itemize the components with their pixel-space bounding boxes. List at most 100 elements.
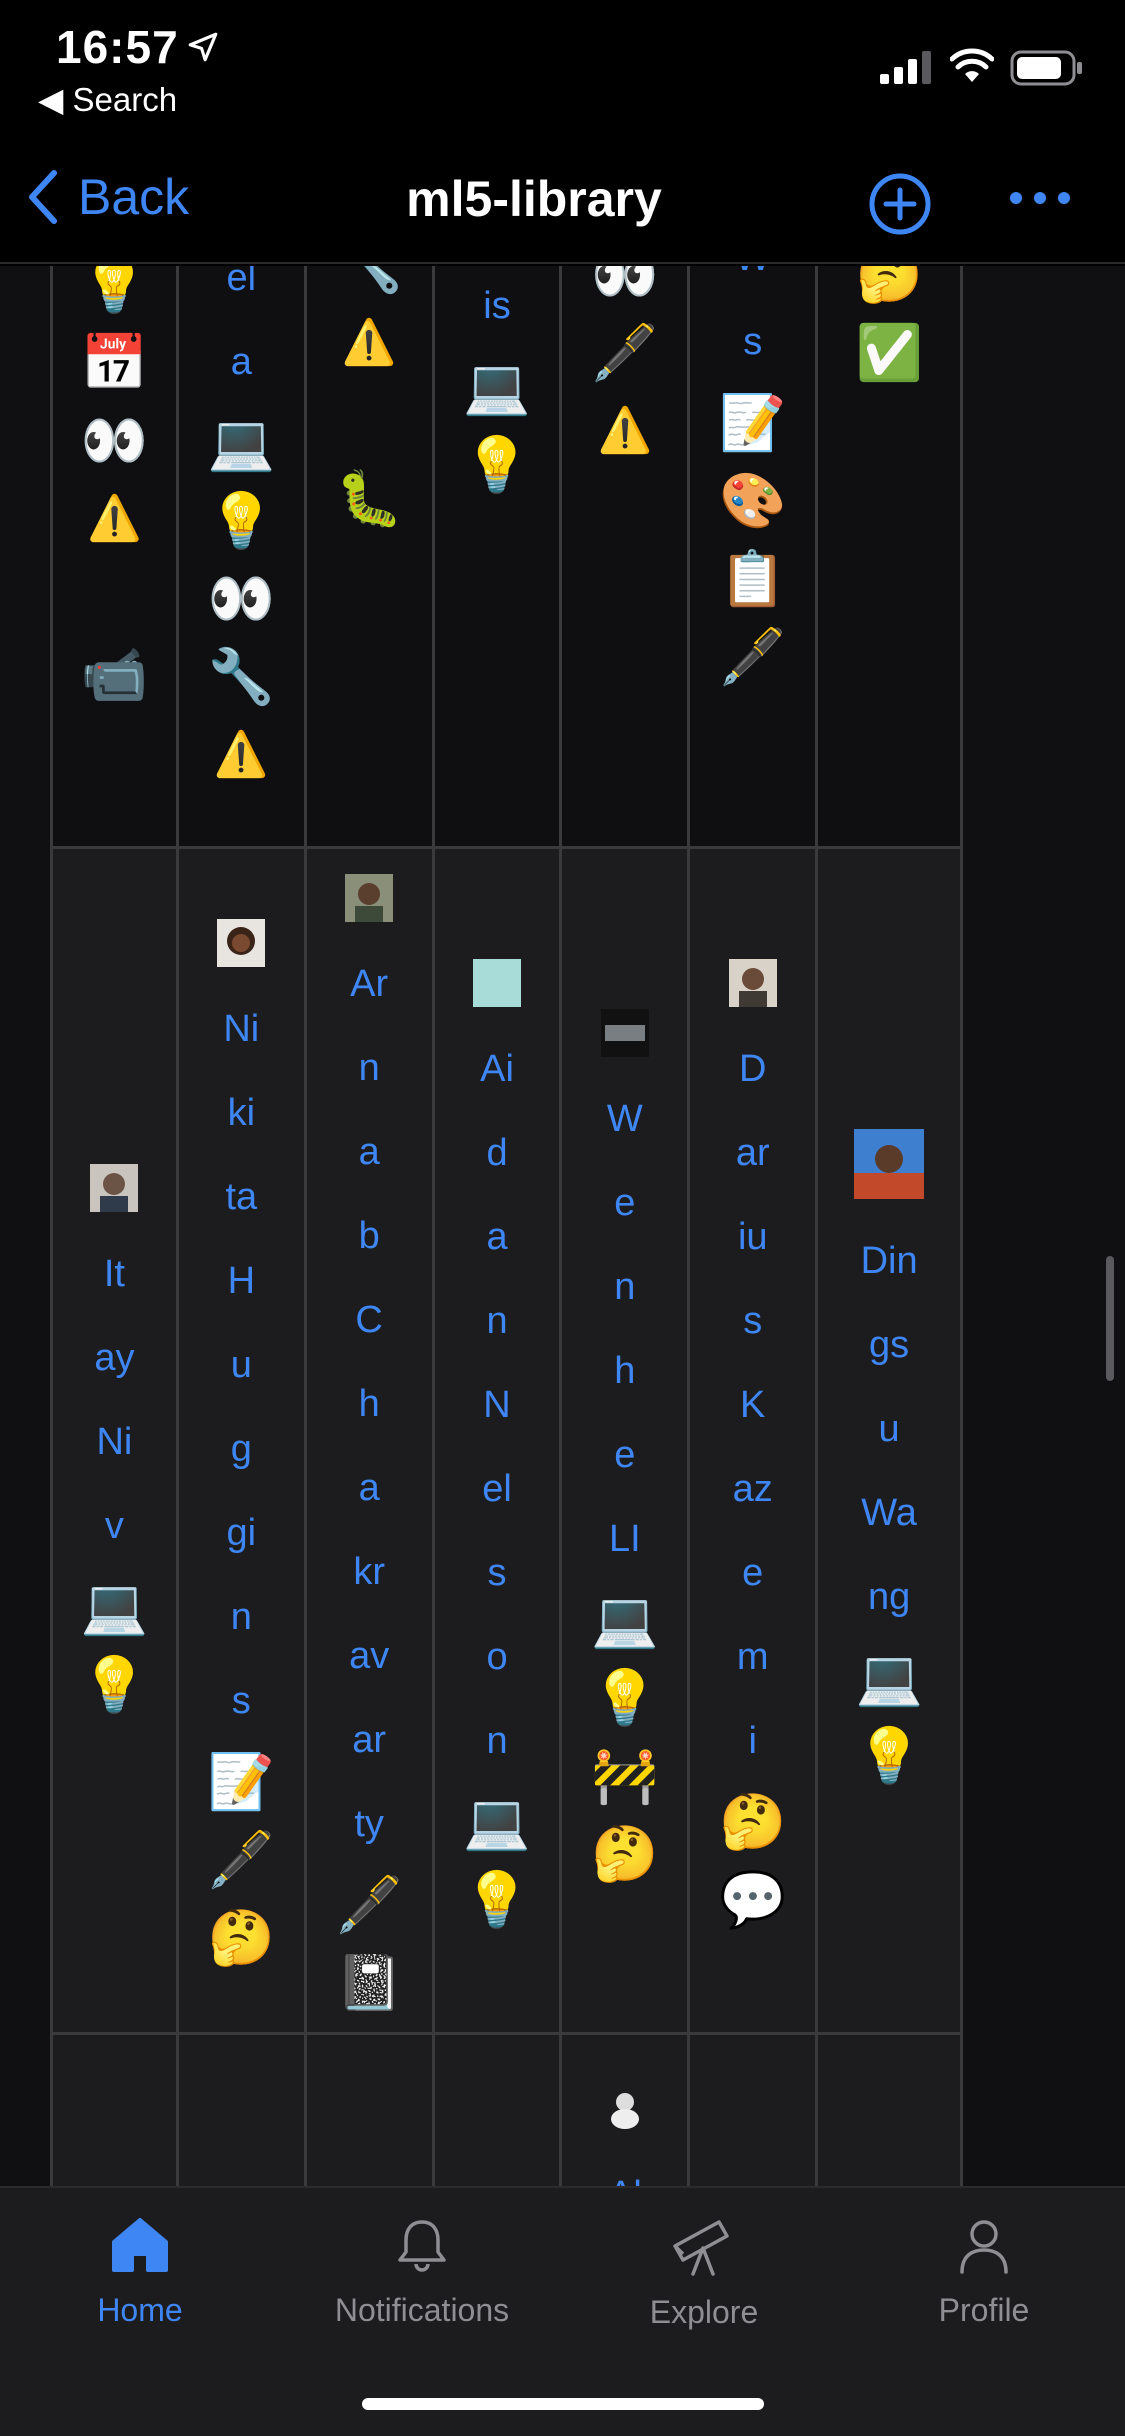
avatar[interactable] — [600, 2085, 649, 2133]
lightbulb-emoji: 💡 — [80, 1653, 149, 1716]
contributor-name-link[interactable]: a — [179, 320, 304, 404]
contributor-name-link[interactable]: gi — [179, 1491, 304, 1575]
contributor-name-link[interactable]: s — [179, 1659, 304, 1743]
contributor-name-link[interactable]: e — [690, 1531, 815, 1615]
contributor-name-link[interactable]: az — [690, 1447, 815, 1531]
add-circle-icon[interactable] — [868, 172, 932, 236]
contributor-name-link[interactable]: a — [435, 1195, 560, 1279]
contributor-name-link[interactable]: iu — [690, 1195, 815, 1279]
readme-content[interactable]: 💡 📅 👀 ⚠️ 📹 el a 💻 💡 👀 🔧 ⚠️ ⚠️ 🐛 is 💻 💡 👀… — [0, 266, 1125, 2186]
contributor-cell: Din gs u Wa ng 💻 💡 — [818, 849, 963, 2035]
tab-explore[interactable]: Explore — [584, 2216, 824, 2331]
contributor-name-link[interactable]: Wa — [818, 1471, 960, 1555]
cellular-signal-icon — [880, 51, 931, 84]
contributor-name-link[interactable]: n — [179, 1575, 304, 1659]
contributor-name-link[interactable]: m — [690, 1615, 815, 1699]
contributor-name-link[interactable]: o — [435, 1615, 560, 1699]
fountain-pen-emoji: 🖋️ — [207, 1828, 275, 1891]
avatar[interactable] — [728, 959, 777, 1007]
thinking-face-emoji: 🤔 — [207, 1906, 275, 1969]
lightbulb-emoji: 💡 — [463, 1868, 531, 1931]
laptop-emoji: 💻 — [463, 1790, 531, 1853]
avatar[interactable] — [345, 874, 394, 922]
more-options-icon[interactable] — [1008, 190, 1072, 206]
back-to-app-link[interactable]: ◀ Search — [38, 80, 177, 119]
contributor-name-link[interactable]: av — [307, 1614, 432, 1698]
wifi-icon — [950, 48, 994, 82]
contributor-name-link[interactable]: W — [562, 1077, 687, 1161]
contributor-name-link[interactable]: n — [562, 1245, 687, 1329]
tab-label: Notifications — [334, 2292, 510, 2328]
contributor-name-link[interactable]: ki — [179, 1071, 304, 1155]
contributor-cell: D ar iu s K az e m i 🤔 💬 — [690, 849, 819, 2035]
contributor-name-link[interactable]: d — [435, 1111, 560, 1195]
contributor-name-link[interactable]: C — [307, 1278, 432, 1362]
contributor-name-link[interactable]: N — [435, 1363, 560, 1447]
contributor-name-link[interactable]: ay — [53, 1316, 176, 1400]
contributor-name-link[interactable]: LI — [562, 1497, 687, 1581]
contributor-name-link[interactable]: h — [562, 1329, 687, 1413]
contributor-name-link[interactable]: s — [690, 300, 815, 384]
contributor-name-link[interactable]: n — [435, 1699, 560, 1783]
bell-icon — [398, 2220, 446, 2272]
status-bar: 16:57 ◀ Search — [0, 0, 1125, 130]
avatar[interactable] — [90, 1164, 139, 1212]
tab-profile[interactable]: Profile — [864, 2216, 1104, 2329]
avatar[interactable] — [854, 1129, 925, 1199]
contributor-name-link[interactable]: is — [435, 266, 560, 348]
contributor-name-link[interactable]: a — [307, 1446, 432, 1530]
contributor-name-link[interactable]: Al — [562, 2153, 687, 2186]
contributor-name-link[interactable]: It — [53, 1232, 176, 1316]
contributor-name-link[interactable]: K — [690, 1363, 815, 1447]
laptop-emoji: 💻 — [855, 1646, 923, 1709]
avatar[interactable] — [217, 919, 266, 967]
table-cell — [690, 2035, 819, 2186]
contributor-name-link[interactable]: n — [435, 1279, 560, 1363]
contributor-name-link[interactable]: D — [690, 1027, 815, 1111]
wrench-emoji: 🔧 — [207, 645, 275, 708]
contributor-name-link[interactable]: e — [562, 1413, 687, 1497]
contributor-name-link[interactable]: ar — [307, 1698, 432, 1782]
contributor-name-link[interactable]: u — [818, 1387, 960, 1471]
avatar[interactable] — [473, 959, 521, 1007]
tab-label: Profile — [938, 2292, 1030, 2328]
contributor-name-link[interactable]: ar — [690, 1111, 815, 1195]
eyes-emoji: 👀 — [80, 409, 149, 472]
lightbulb-emoji: 💡 — [207, 489, 275, 552]
lightbulb-emoji: 💡 — [591, 1666, 659, 1729]
contributor-name-link[interactable]: Ni — [179, 987, 304, 1071]
contributor-name-link[interactable]: n — [307, 1026, 432, 1110]
contributor-name-link[interactable]: s — [690, 1279, 815, 1363]
contributor-name-link[interactable]: a — [307, 1110, 432, 1194]
contributor-name-link[interactable]: h — [307, 1362, 432, 1446]
contributor-name-link[interactable]: Ni — [53, 1400, 176, 1484]
battery-icon — [1010, 50, 1082, 86]
contributor-name-link[interactable]: W — [690, 266, 815, 300]
contributor-name-link[interactable]: i — [690, 1699, 815, 1783]
contributor-name-link[interactable]: v — [53, 1484, 176, 1568]
contributor-name-link[interactable]: Ai — [435, 1027, 560, 1111]
home-indicator[interactable] — [362, 2398, 764, 2410]
contributor-name-link[interactable]: Din — [818, 1219, 960, 1303]
contributor-name-link[interactable]: s — [435, 1531, 560, 1615]
contributor-name-link[interactable]: Ar — [307, 942, 432, 1026]
contributor-name-link[interactable]: b — [307, 1194, 432, 1278]
tab-notifications[interactable]: Notifications — [302, 2216, 542, 2329]
contributor-name-link[interactable]: H — [179, 1239, 304, 1323]
contributor-name-link[interactable]: g — [179, 1407, 304, 1491]
vertical-scroll-indicator[interactable] — [1106, 1256, 1114, 1381]
avatar[interactable] — [600, 1009, 649, 1057]
contributor-name-link[interactable]: ng — [818, 1555, 960, 1639]
tab-home[interactable]: Home — [20, 2216, 260, 2329]
contributor-name-link[interactable]: ta — [179, 1155, 304, 1239]
navigation-bar: Back ml5-library — [0, 130, 1125, 264]
contributor-name-link[interactable]: el — [435, 1447, 560, 1531]
contributor-name-link[interactable]: e — [562, 1161, 687, 1245]
contributor-name-link[interactable]: el — [179, 266, 304, 320]
laptop-emoji: 💻 — [591, 1588, 659, 1651]
contributor-name-link[interactable]: ty — [307, 1782, 432, 1866]
contributor-name-link[interactable]: kr — [307, 1530, 432, 1614]
contributor-name-link[interactable]: gs — [818, 1303, 960, 1387]
contributor-name-link[interactable]: u — [179, 1323, 304, 1407]
